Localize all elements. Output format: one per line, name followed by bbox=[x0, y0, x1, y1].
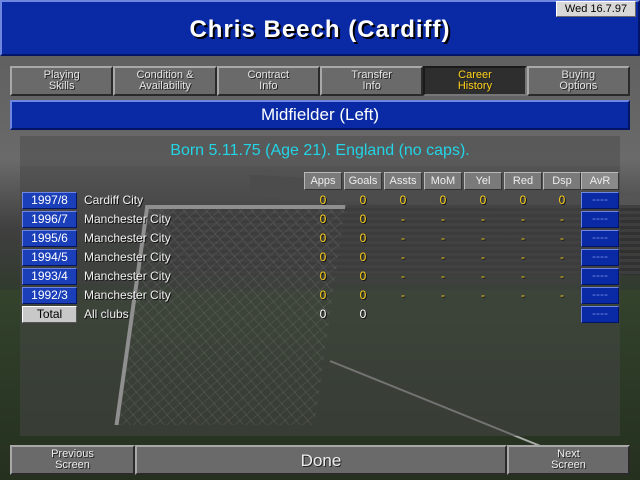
career-row: 1992/3 Manchester City 0 0- - - - - ---- bbox=[0, 287, 640, 306]
previous-screen-button[interactable]: Previous Screen bbox=[10, 445, 135, 475]
stat-red: - bbox=[521, 288, 525, 302]
stat-dsp: - bbox=[560, 231, 564, 245]
club-name: Manchester City bbox=[84, 269, 171, 283]
career-row: 1997/8 Cardiff City 0 0 0 0 0 0 0 ---- bbox=[0, 192, 640, 211]
stat-goals: 0 bbox=[359, 193, 367, 207]
position-bar: Midfielder (Left) bbox=[10, 100, 630, 130]
stat-yellow: - bbox=[481, 250, 485, 264]
season-button[interactable]: 1997/8 bbox=[22, 192, 77, 209]
stat-red: - bbox=[521, 231, 525, 245]
stat-mom: - bbox=[441, 231, 445, 245]
col-header-mom: MoM bbox=[424, 172, 462, 190]
club-name: All clubs bbox=[84, 307, 129, 321]
stat-dsp: - bbox=[560, 288, 564, 302]
stat-apps: 0 bbox=[319, 269, 327, 283]
season-button[interactable]: 1993/4 bbox=[22, 268, 77, 285]
stat-assists: - bbox=[401, 269, 405, 283]
stat-apps: 0 bbox=[319, 193, 327, 207]
tab-career-history[interactable]: Career History bbox=[423, 66, 527, 96]
total-label: Total bbox=[22, 306, 77, 323]
stat-goals: 0 bbox=[359, 212, 367, 226]
avr-box: ---- bbox=[581, 268, 619, 285]
career-row: 1994/5 Manchester City 0 0- - - - - ---- bbox=[0, 249, 640, 268]
stat-assists: - bbox=[401, 288, 405, 302]
tab-condition-availability[interactable]: Condition & Availability bbox=[113, 66, 217, 96]
tab-transfer-info[interactable]: Transfer Info bbox=[319, 66, 424, 96]
date-display: Wed 16.7.97 bbox=[556, 1, 636, 17]
stat-red: - bbox=[521, 269, 525, 283]
stat-apps: 0 bbox=[319, 212, 327, 226]
stat-goals: 0 bbox=[359, 288, 367, 302]
stat-red: - bbox=[521, 212, 525, 226]
stat-apps: 0 bbox=[319, 231, 327, 245]
stat-apps: 0 bbox=[319, 288, 327, 302]
tab-bar: Playing Skills Condition & Availability … bbox=[10, 66, 630, 96]
born-info: Born 5.11.75 (Age 21). England (no caps)… bbox=[20, 136, 620, 166]
career-row: 1993/4 Manchester City 0 0- - - - - ---- bbox=[0, 268, 640, 287]
stat-mom: - bbox=[441, 212, 445, 226]
tab-buying-options[interactable]: Buying Options bbox=[526, 66, 630, 96]
col-header-red: Red bbox=[504, 172, 542, 190]
avr-box: ---- bbox=[581, 211, 619, 228]
total-row: Total All clubs 0 0 ---- bbox=[0, 306, 640, 325]
stat-dsp: 0 bbox=[558, 193, 566, 207]
tab-contract-info[interactable]: Contract Info bbox=[216, 66, 320, 96]
stat-yellow: - bbox=[481, 231, 485, 245]
stat-red: - bbox=[521, 250, 525, 264]
stat-assists: - bbox=[401, 212, 405, 226]
next-screen-button[interactable]: Next Screen bbox=[507, 445, 630, 475]
club-name: Manchester City bbox=[84, 250, 171, 264]
page-title: Chris Beech (Cardiff) bbox=[189, 16, 451, 43]
stat-dsp: - bbox=[560, 250, 564, 264]
col-header-yellow: Yel bbox=[464, 172, 502, 190]
stat-dsp: - bbox=[560, 212, 564, 226]
col-header-assists: Assts bbox=[384, 172, 422, 190]
stat-mom: - bbox=[441, 269, 445, 283]
stat-goals: 0 bbox=[359, 250, 367, 264]
avr-box: ---- bbox=[581, 192, 619, 209]
stat-apps: 0 bbox=[319, 250, 327, 264]
avr-box: ---- bbox=[581, 287, 619, 304]
stat-yellow: 0 bbox=[479, 193, 487, 207]
season-button[interactable]: 1996/7 bbox=[22, 211, 77, 228]
stat-goals: 0 bbox=[359, 231, 367, 245]
done-button[interactable]: Done bbox=[135, 445, 507, 475]
col-header-dsp: Dsp bbox=[543, 172, 581, 190]
stat-dsp: - bbox=[560, 269, 564, 283]
stat-assists: - bbox=[401, 250, 405, 264]
club-name: Manchester City bbox=[84, 288, 171, 302]
club-name: Cardiff City bbox=[84, 193, 144, 207]
stat-apps: 0 bbox=[319, 307, 327, 321]
col-header-avr: AvR bbox=[581, 172, 619, 190]
season-button[interactable]: 1994/5 bbox=[22, 249, 77, 266]
bottom-bar: Previous Screen Done Next Screen bbox=[10, 445, 630, 475]
stat-goals: 0 bbox=[359, 269, 367, 283]
club-name: Manchester City bbox=[84, 231, 171, 245]
tab-playing-skills[interactable]: Playing Skills bbox=[10, 66, 114, 96]
stat-goals: 0 bbox=[359, 307, 367, 321]
title-bar: Chris Beech (Cardiff) bbox=[0, 0, 640, 56]
stat-assists: - bbox=[401, 231, 405, 245]
stat-mom: - bbox=[441, 288, 445, 302]
stat-assists: 0 bbox=[399, 193, 407, 207]
stat-red: 0 bbox=[519, 193, 527, 207]
season-button[interactable]: 1995/6 bbox=[22, 230, 77, 247]
avr-box: ---- bbox=[581, 306, 619, 323]
stat-yellow: - bbox=[481, 269, 485, 283]
avr-box: ---- bbox=[581, 249, 619, 266]
club-name: Manchester City bbox=[84, 212, 171, 226]
stat-yellow: - bbox=[481, 212, 485, 226]
season-button[interactable]: 1992/3 bbox=[22, 287, 77, 304]
stat-mom: 0 bbox=[439, 193, 447, 207]
col-header-apps: Apps bbox=[304, 172, 342, 190]
avr-box: ---- bbox=[581, 230, 619, 247]
stat-mom: - bbox=[441, 250, 445, 264]
career-row: 1995/6 Manchester City 0 0- - - - - ---- bbox=[0, 230, 640, 249]
col-header-goals: Goals bbox=[344, 172, 382, 190]
career-row: 1996/7 Manchester City 0 0- - - - - ---- bbox=[0, 211, 640, 230]
stat-yellow: - bbox=[481, 288, 485, 302]
